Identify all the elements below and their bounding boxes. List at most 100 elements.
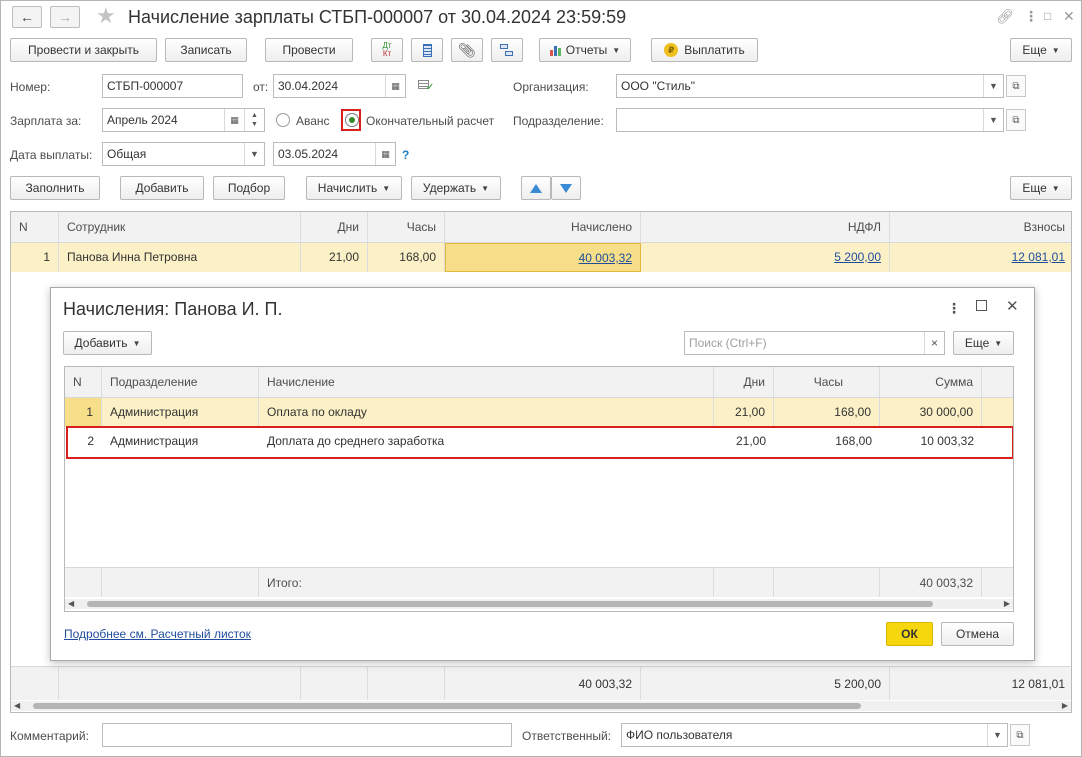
calendar-icon[interactable]: ▦ xyxy=(224,109,244,131)
scrollbar-thumb[interactable] xyxy=(33,703,861,709)
more-vertical-icon[interactable]: ⋮ xyxy=(947,300,961,317)
dialog-horizontal-scrollbar[interactable]: ◀ ▶ xyxy=(65,599,1013,609)
reports-button[interactable]: Отчеты ▼ xyxy=(539,38,631,62)
open-responsible-button[interactable]: ⧉ xyxy=(1010,724,1030,746)
calendar-icon[interactable]: ▦ xyxy=(385,75,405,97)
open-department-button[interactable]: ⧉ xyxy=(1006,109,1026,131)
col-header-accrued[interactable]: Начислено xyxy=(445,212,641,242)
col-header-days[interactable]: Дни xyxy=(714,367,774,397)
structure-button[interactable] xyxy=(491,38,523,62)
cell-n: 1 xyxy=(11,243,59,272)
maximize-icon[interactable]: □ xyxy=(1044,6,1051,26)
post-and-close-button[interactable]: Провести и закрыть xyxy=(10,38,157,62)
dialog-more-button[interactable]: Еще ▼ xyxy=(953,331,1014,355)
col-header-department[interactable]: Подразделение xyxy=(102,367,259,397)
register-button[interactable] xyxy=(411,38,443,62)
cell-days[interactable]: 21,00 xyxy=(714,398,774,427)
withhold-button[interactable]: Удержать ▼ xyxy=(411,176,501,200)
scroll-left-icon[interactable]: ◀ xyxy=(14,701,20,711)
total-cell-empty xyxy=(11,667,59,700)
organization-field[interactable]: ООО "Стиль" ▼ xyxy=(616,74,1004,98)
cancel-button[interactable]: Отмена xyxy=(941,622,1014,646)
dialog-add-button[interactable]: Добавить ▼ xyxy=(63,331,152,355)
col-header-hours[interactable]: Часы xyxy=(368,212,445,242)
number-field[interactable]: СТБП-000007 xyxy=(102,74,243,98)
cell-ndfl[interactable]: 5 200,00 xyxy=(641,243,890,272)
move-down-button[interactable] xyxy=(551,176,581,200)
clear-search-icon[interactable]: × xyxy=(924,332,944,354)
cell-employee[interactable]: Панова Инна Петровна xyxy=(59,243,301,272)
cell-days[interactable]: 21,00 xyxy=(301,243,368,272)
col-header-n[interactable]: N xyxy=(65,367,102,397)
col-header-days[interactable]: Дни xyxy=(301,212,368,242)
dropdown-arrow-icon[interactable]: ▼ xyxy=(244,143,264,165)
table-more-button[interactable]: Еще ▼ xyxy=(1010,176,1072,200)
dropdown-arrow-icon[interactable]: ▼ xyxy=(983,109,1003,131)
scroll-right-icon[interactable]: ▶ xyxy=(1004,599,1010,609)
cell-contributions[interactable]: 12 081,01 xyxy=(890,243,1071,272)
add-button[interactable]: Добавить xyxy=(120,176,204,200)
forward-button[interactable]: → xyxy=(50,6,80,28)
department-field[interactable]: ▼ xyxy=(616,108,1004,132)
pick-button[interactable]: Подбор xyxy=(213,176,285,200)
cell-accrual[interactable]: Оплата по окладу xyxy=(259,398,714,427)
scrollbar-thumb[interactable] xyxy=(87,601,933,607)
col-header-accrual[interactable]: Начисление xyxy=(259,367,714,397)
attach-button[interactable]: 📎︎ xyxy=(451,38,483,62)
pay-button[interactable]: ₽ Выплатить xyxy=(651,38,758,62)
chart-icon xyxy=(549,45,561,56)
payslip-link[interactable]: Подробнее см. Расчетный листок xyxy=(64,627,251,641)
comment-field[interactable] xyxy=(102,723,512,747)
cell-hours[interactable]: 168,00 xyxy=(368,243,445,272)
col-header-ndfl[interactable]: НДФЛ xyxy=(641,212,890,242)
table-row[interactable]: 1 Панова Инна Петровна 21,00 168,00 40 0… xyxy=(11,243,1071,272)
maximize-icon[interactable] xyxy=(976,300,987,311)
table-row[interactable]: 1 Администрация Оплата по окладу 21,00 1… xyxy=(65,398,1013,427)
total-accrued: 40 003,32 xyxy=(445,667,641,700)
horizontal-scrollbar[interactable]: ◀ ▶ xyxy=(11,701,1071,711)
cell-sum[interactable]: 30 000,00 xyxy=(880,398,982,427)
salary-month-field[interactable]: Апрель 2024 ▦ ▲ ▼ xyxy=(102,108,265,132)
col-header-sum[interactable]: Сумма xyxy=(880,367,982,397)
col-header-employee[interactable]: Сотрудник xyxy=(59,212,301,242)
cell-department[interactable]: Администрация xyxy=(102,398,259,427)
col-header-contributions[interactable]: Взносы xyxy=(890,212,1071,242)
save-button[interactable]: Записать xyxy=(165,38,247,62)
contributions-link[interactable]: 12 081,01 xyxy=(1012,250,1065,264)
more-vertical-icon[interactable]: ⋮ xyxy=(1024,6,1038,26)
cell-accrued-active[interactable]: 40 003,32 xyxy=(445,243,641,272)
open-organization-button[interactable]: ⧉ xyxy=(1006,75,1026,97)
pay-date-field[interactable]: 03.05.2024 ▦ xyxy=(273,142,396,166)
more-button[interactable]: Еще ▼ xyxy=(1010,38,1072,62)
date-field[interactable]: 30.04.2024 ▦ xyxy=(273,74,406,98)
ok-button[interactable]: ОК xyxy=(886,622,933,646)
dropdown-arrow-icon[interactable]: ▼ xyxy=(983,75,1003,97)
accrued-link[interactable]: 40 003,32 xyxy=(579,251,632,265)
scroll-left-icon[interactable]: ◀ xyxy=(68,599,74,609)
responsible-field[interactable]: ФИО пользователя ▼ xyxy=(621,723,1008,747)
scroll-right-icon[interactable]: ▶ xyxy=(1062,701,1068,711)
pay-date-mode-field[interactable]: Общая ▼ xyxy=(102,142,265,166)
col-header-n[interactable]: N xyxy=(11,212,59,242)
close-icon[interactable]: ✕ xyxy=(1063,6,1075,26)
calendar-icon[interactable]: ▦ xyxy=(375,143,395,165)
accrue-button[interactable]: Начислить ▼ xyxy=(306,176,402,200)
cell-hours[interactable]: 168,00 xyxy=(774,398,880,427)
help-icon[interactable]: ? xyxy=(402,147,409,163)
back-button[interactable]: ← xyxy=(12,6,42,28)
ok-label: ОК xyxy=(901,627,918,641)
month-stepper[interactable]: ▲ ▼ xyxy=(244,109,264,131)
link-icon[interactable]: 🔗︎ xyxy=(996,6,1014,26)
close-icon[interactable]: ✕ xyxy=(1006,297,1019,315)
final-radio[interactable] xyxy=(345,113,359,127)
ndfl-link[interactable]: 5 200,00 xyxy=(834,250,881,264)
fill-button[interactable]: Заполнить xyxy=(10,176,100,200)
col-header-hours[interactable]: Часы xyxy=(774,367,880,397)
favorite-star-icon[interactable]: ★ xyxy=(96,3,116,29)
dt-kt-button[interactable]: Дт Кт xyxy=(371,38,403,62)
advance-radio[interactable] xyxy=(276,113,290,127)
dropdown-arrow-icon[interactable]: ▼ xyxy=(987,724,1007,746)
post-button[interactable]: Провести xyxy=(265,38,353,62)
move-up-button[interactable] xyxy=(521,176,551,200)
search-input[interactable]: Поиск (Ctrl+F) × xyxy=(684,331,945,355)
